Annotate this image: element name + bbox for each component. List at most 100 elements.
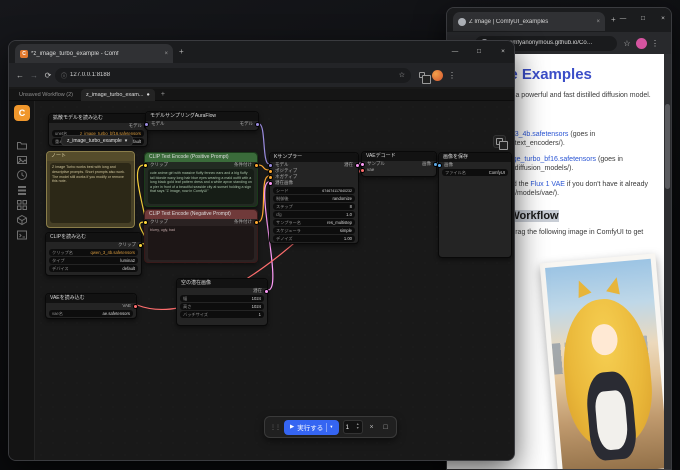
cfg-widget[interactable]: cfg 1.0	[273, 211, 355, 218]
main-close-button[interactable]: ×	[495, 43, 511, 59]
docs-bookmark-star-icon[interactable]: ☆	[620, 39, 634, 48]
sidebar-history-icon[interactable]	[16, 169, 28, 181]
node-title[interactable]: Kサンプラー	[270, 153, 358, 162]
workflow-name-dropdown[interactable]: z_image_turbo_example ▾	[61, 135, 134, 146]
input-slot-clip[interactable]: クリップ	[143, 219, 168, 226]
sidebar-assets-icon[interactable]	[16, 154, 28, 166]
filename-prefix-widget[interactable]: ファイル名 ComfyUI	[442, 169, 508, 176]
output-slot-image[interactable]: 画像	[422, 161, 438, 168]
stepper-arrows-icon[interactable]: ▲ ▼	[356, 423, 359, 430]
seed-widget[interactable]: シード 674674117840232	[273, 187, 355, 194]
new-workflow-tab-button[interactable]: +	[161, 91, 165, 98]
input-slot-image[interactable]: 画像	[437, 162, 453, 169]
docs-tab-close-icon[interactable]: ×	[596, 19, 600, 25]
docs-profile-avatar[interactable]	[636, 37, 647, 49]
sidebar-terminal-icon[interactable]	[16, 229, 28, 241]
node-title[interactable]: 拡散モデルを読み込む	[49, 114, 147, 123]
scheduler-widget[interactable]: スケジューラ simple	[273, 227, 355, 234]
clear-queue-button[interactable]: ×	[367, 424, 377, 431]
denoise-widget[interactable]: デノイズ 1.00	[273, 235, 355, 242]
negative-prompt-text[interactable]: blurry, ugly, bad	[148, 226, 254, 260]
batch-count-stepper[interactable]: 1 ▲ ▼	[342, 420, 363, 434]
stop-button[interactable]: □	[381, 424, 391, 431]
sidebar-node-library-icon[interactable]	[16, 199, 28, 211]
node-title[interactable]: CLIPを読み込む	[46, 233, 141, 242]
canvas-panel-toggle-button[interactable]	[493, 135, 508, 150]
main-tab-close-icon[interactable]: ×	[164, 51, 168, 57]
clip-name-widget[interactable]: クリップ名 qwen_3_4b.safetensors	[49, 249, 138, 256]
node-title[interactable]: VAEデコード	[362, 152, 436, 161]
node-title[interactable]: 空の潜在画像	[177, 279, 267, 288]
main-minimize-button[interactable]: —	[447, 43, 463, 59]
output-slot-latent[interactable]: 潜在	[253, 288, 269, 295]
node-note[interactable]: ノート Z Image Turbo works best with long a…	[46, 151, 135, 228]
clip-device-widget[interactable]: デバイス default	[49, 265, 138, 272]
positive-prompt-text[interactable]: cute anime girl with massive fluffy fenn…	[148, 169, 254, 204]
sidebar-queue-icon[interactable]	[16, 184, 28, 196]
input-slot-model[interactable]: モデル	[144, 121, 165, 128]
site-info-icon[interactable]: ⓘ	[61, 71, 67, 80]
node-title[interactable]: CLIP Text Encode (Positive Prompt)	[145, 153, 257, 162]
node-title[interactable]: CLIP Text Encode (Negative Prompt)	[145, 210, 257, 219]
node-graph-canvas[interactable]: 拡散モデルを読み込む モデル unet名 z_image_turbo_bf16.s…	[35, 101, 514, 460]
example-workflow-image[interactable]	[539, 253, 671, 469]
output-slot-latent[interactable]: 潜在	[344, 162, 360, 169]
node-load-clip[interactable]: CLIPを読み込む クリップ クリップ名 qwen_3_4b.safetensor…	[45, 232, 143, 276]
main-maximize-button[interactable]: □	[471, 43, 487, 59]
main-menu-icon[interactable]: ⋮	[448, 71, 456, 80]
node-load-vae[interactable]: VAEを読み込む VAE vae名 ae.safetensors	[45, 293, 138, 319]
bookmark-star-icon[interactable]: ☆	[399, 71, 405, 79]
node-title[interactable]: 画像を保存	[439, 153, 511, 162]
docs-scrollbar[interactable]	[664, 54, 671, 469]
output-slot-vae[interactable]: VAE	[122, 303, 138, 310]
output-slot-model[interactable]: モデル	[240, 121, 260, 128]
drag-handle-icon[interactable]: ⋮⋮	[270, 424, 281, 431]
sampler-name-widget[interactable]: サンプラー名 res_multistep	[273, 219, 355, 226]
refresh-icon[interactable]: ⟳	[41, 71, 55, 80]
main-profile-avatar[interactable]	[432, 69, 443, 81]
workflow-tab-unsaved[interactable]: Unsaved Workflow (2)	[19, 92, 73, 98]
flux-vae-link[interactable]: Flux 1 VAE	[530, 181, 565, 188]
docs-browser-tab[interactable]: Z Image | ComfyUI_examples ×	[453, 12, 605, 31]
workflow-tab-active[interactable]: z_image_turbo_exam... ●	[81, 88, 155, 101]
node-title[interactable]: ノート	[47, 152, 134, 161]
docs-maximize-button[interactable]: □	[635, 10, 651, 26]
output-slot-model[interactable]: モデル	[129, 123, 149, 130]
width-widget[interactable]: 幅 1024	[180, 295, 264, 302]
run-options-chevron-icon[interactable]: ▾	[330, 424, 332, 430]
scrollbar-thumb[interactable]	[665, 104, 670, 189]
node-vae-decode[interactable]: VAEデコード サンプル 画像 vae	[359, 151, 438, 177]
node-empty-latent-image[interactable]: 空の潜在画像 潜在 幅 1024 高さ 1024 バッチサイズ 1	[176, 278, 269, 326]
main-browser-tab[interactable]: C *z_image_turbo_example - Comf ×	[15, 44, 173, 63]
extensions-icon[interactable]	[415, 71, 431, 84]
comfyui-logo[interactable]: C	[14, 105, 30, 121]
sidebar-model-library-icon[interactable]	[16, 214, 28, 226]
docs-minimize-button[interactable]: —	[615, 10, 631, 26]
node-title[interactable]: モデルサンプリングAuraFlow	[146, 112, 258, 121]
vae-name-widget[interactable]: vae名 ae.safetensors	[49, 310, 133, 317]
output-slot-conditioning[interactable]: 条件付け	[234, 219, 259, 226]
control-after-generate-widget[interactable]: 制御後 randomize	[273, 195, 355, 202]
input-slot-latent-image[interactable]: 潜在画像	[268, 180, 293, 187]
node-save-image[interactable]: 画像を保存 画像 ファイル名 ComfyUI	[437, 152, 512, 258]
height-widget[interactable]: 高さ 1024	[180, 303, 264, 310]
input-slot-clip[interactable]: クリップ	[143, 162, 168, 169]
output-slot-clip[interactable]: クリップ	[118, 242, 143, 249]
batch-size-widget[interactable]: バッチサイズ 1	[180, 311, 264, 318]
node-clip-text-encode-positive[interactable]: CLIP Text Encode (Positive Prompt) クリップ 条…	[143, 152, 259, 207]
node-title[interactable]: VAEを読み込む	[46, 294, 136, 303]
docs-close-button[interactable]: ×	[655, 10, 671, 26]
output-slot-conditioning[interactable]: 条件付け	[234, 162, 259, 169]
run-button[interactable]: ▶ 実行する ▾	[284, 419, 339, 435]
node-model-sampling[interactable]: モデルサンプリングAuraFlow モデル モデル	[144, 111, 260, 131]
main-address-bar[interactable]: ⓘ 127.0.0.1:8188 ☆	[55, 67, 411, 83]
steps-widget[interactable]: ステップ 8	[273, 203, 355, 210]
clip-type-widget[interactable]: タイプ lumina2	[49, 257, 138, 264]
sidebar-workflows-icon[interactable]	[16, 139, 28, 151]
node-clip-text-encode-negative[interactable]: CLIP Text Encode (Negative Prompt) クリップ 条…	[143, 209, 259, 263]
back-icon[interactable]: ←	[13, 71, 27, 80]
input-slot-vae[interactable]: vae	[359, 167, 374, 174]
main-new-tab-button[interactable]: +	[179, 47, 184, 57]
note-text[interactable]: Z Image Turbo works best with long and d…	[50, 163, 131, 223]
forward-icon[interactable]: →	[27, 71, 41, 80]
